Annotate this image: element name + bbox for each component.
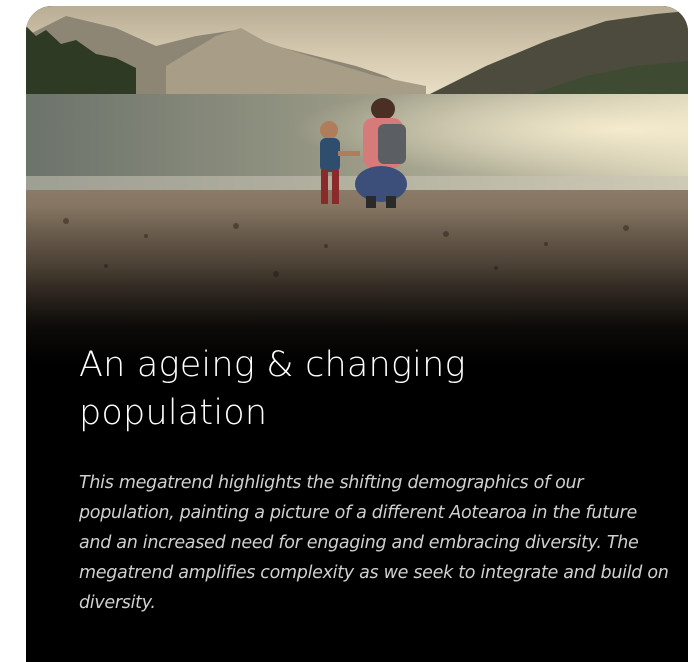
card-title: An ageing & changing population (79, 345, 466, 433)
card-description: This megatrend highlights the shifting d… (79, 473, 669, 613)
megatrend-card[interactable]: An ageing & changing population This meg… (26, 6, 688, 662)
